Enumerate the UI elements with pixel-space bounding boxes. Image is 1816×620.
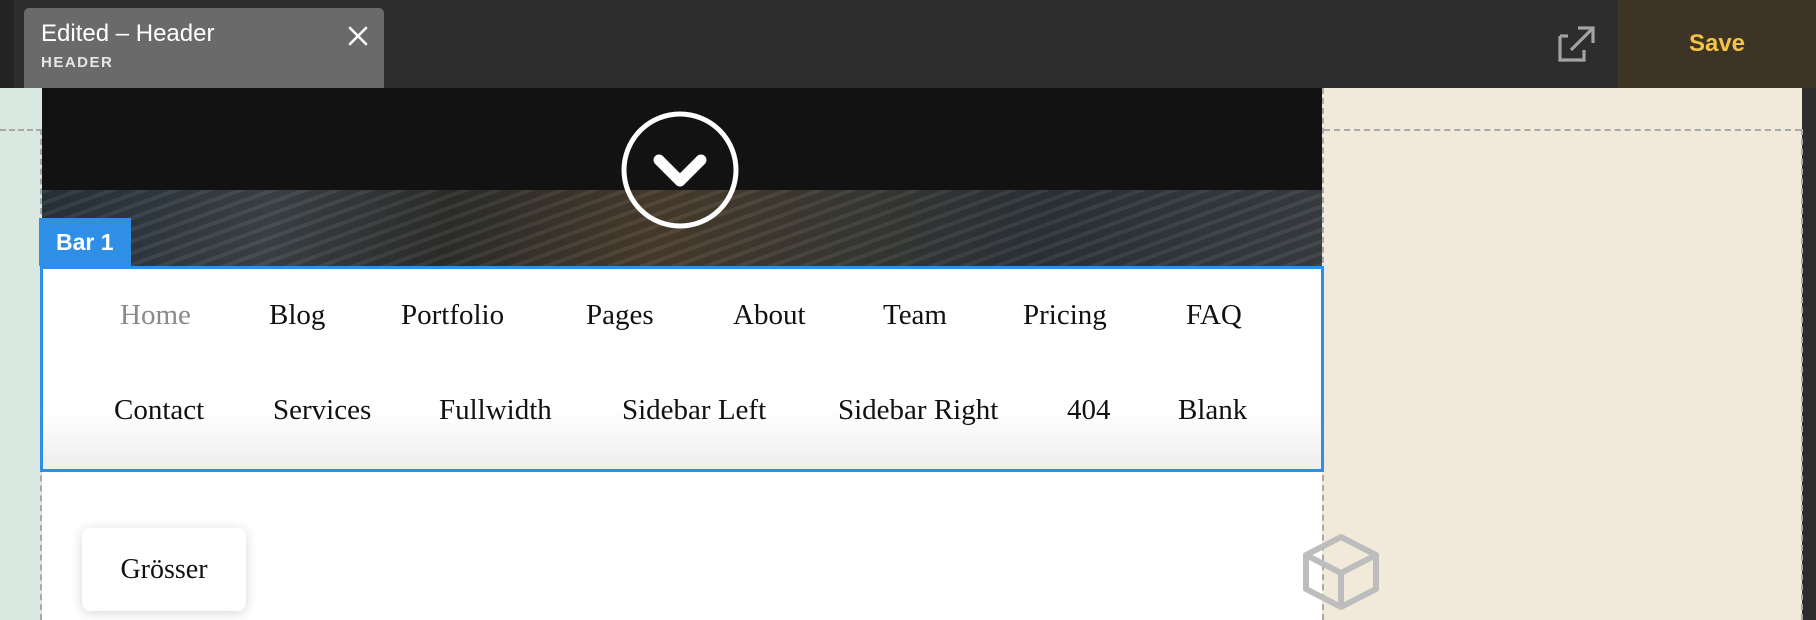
edited-header-tab[interactable]: Edited – Header HEADER	[24, 8, 384, 88]
nav-item-blog[interactable]: Blog	[269, 299, 325, 332]
nav-item-404[interactable]: 404	[1067, 394, 1111, 427]
bar-tag-label: Bar 1	[56, 228, 114, 255]
bar-tag[interactable]: Bar 1	[39, 218, 131, 266]
nav-item-fullwidth[interactable]: Fullwidth	[439, 394, 552, 427]
nav-item-about[interactable]: About	[733, 299, 806, 332]
nav-item-sidebar-left[interactable]: Sidebar Left	[622, 394, 766, 427]
nav-item-home[interactable]: Home	[120, 299, 191, 332]
dashed-guide-right	[1324, 129, 1801, 131]
external-link-icon[interactable]	[1546, 14, 1606, 74]
close-icon[interactable]	[344, 22, 372, 50]
nav-item-pricing[interactable]: Pricing	[1023, 299, 1107, 332]
nav-item-blank[interactable]: Blank	[1178, 394, 1247, 427]
nav-item-contact[interactable]: Contact	[114, 394, 204, 427]
nav-item-portfolio[interactable]: Portfolio	[401, 299, 504, 332]
edit-tab-title: Edited – Header	[41, 20, 215, 47]
groesser-button[interactable]: Grösser	[82, 528, 246, 611]
nav-item-services[interactable]: Services	[273, 394, 371, 427]
groesser-button-label: Grösser	[120, 553, 208, 585]
canvas-left-area	[0, 88, 42, 620]
dashed-guide-vertical-right	[1801, 129, 1803, 620]
canvas-right-edge	[1802, 88, 1816, 620]
save-button-label: Save	[1688, 30, 1746, 57]
save-button[interactable]: Save	[1618, 0, 1816, 88]
editor-toolbar: Edited – Header HEADER Save	[0, 0, 1816, 88]
canvas-right-area	[1322, 88, 1802, 620]
nav-item-sidebar-right[interactable]: Sidebar Right	[838, 394, 998, 427]
edit-tab-subtitle: HEADER	[41, 54, 114, 71]
toolbar-edge	[0, 0, 14, 88]
nav-item-team[interactable]: Team	[883, 299, 947, 332]
nav-item-faq[interactable]: FAQ	[1186, 299, 1242, 332]
selected-menu-bar[interactable]: Home Blog Portfolio Pages About Team Pri…	[40, 266, 1324, 472]
cube-icon[interactable]	[1298, 530, 1384, 612]
chevron-down-circle-icon[interactable]	[620, 110, 740, 230]
dashed-guide-left	[0, 129, 42, 131]
nav-item-pages[interactable]: Pages	[586, 299, 654, 332]
